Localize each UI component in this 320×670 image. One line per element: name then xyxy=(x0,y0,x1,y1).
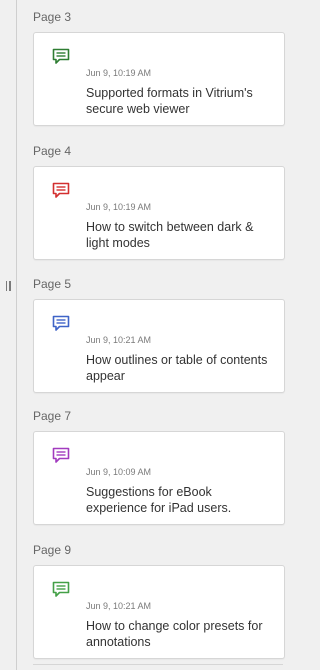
annotation-section: Page 7 Jun 9, 10:09 AM Suggestions for e… xyxy=(33,408,285,528)
annotation-timestamp: Jun 9, 10:09 AM xyxy=(86,467,152,477)
page-label: Page 5 xyxy=(33,277,72,291)
page-label: Page 4 xyxy=(33,144,72,158)
next-card-edge xyxy=(33,664,283,670)
annotation-card[interactable]: Jun 9, 10:09 AM Suggestions for eBook ex… xyxy=(33,431,285,525)
annotation-timestamp: Jun 9, 10:21 AM xyxy=(86,601,152,611)
comment-icon xyxy=(52,581,70,597)
annotation-timestamp: Jun 9, 10:19 AM xyxy=(86,68,152,78)
page-label: Page 3 xyxy=(33,10,72,24)
annotation-text: How to change color presets for annotati… xyxy=(86,619,263,649)
annotation-text: How outlines or table of contents appear xyxy=(86,353,268,383)
annotation-card[interactable]: Jun 9, 10:21 AM How to change color pres… xyxy=(33,565,285,659)
annotation-text: Supported formats in Vitrium's secure we… xyxy=(86,86,253,116)
annotation-card[interactable]: Jun 9, 10:21 AM How outlines or table of… xyxy=(33,299,285,393)
annotation-section: Page 9 Jun 9, 10:21 AM How to change col… xyxy=(33,542,285,662)
panel-divider xyxy=(16,0,17,670)
annotations-panel: Page 3 Jun 9, 10:19 AM Supported formats… xyxy=(0,0,307,670)
annotation-text: Suggestions for eBook experience for iPa… xyxy=(86,485,232,515)
comment-icon xyxy=(52,48,70,64)
annotation-section: Page 5 Jun 9, 10:21 AM How outlines or t… xyxy=(33,276,285,396)
comment-icon xyxy=(52,447,70,463)
comment-icon xyxy=(52,182,70,198)
resize-grip-icon[interactable] xyxy=(4,281,12,291)
comment-icon xyxy=(52,315,70,331)
annotation-section: Page 4 Jun 9, 10:19 AM How to switch bet… xyxy=(33,143,285,263)
page-label: Page 7 xyxy=(33,409,72,423)
annotation-timestamp: Jun 9, 10:21 AM xyxy=(86,335,152,345)
annotation-timestamp: Jun 9, 10:19 AM xyxy=(86,202,152,212)
page-label: Page 9 xyxy=(33,543,72,557)
annotation-section: Page 3 Jun 9, 10:19 AM Supported formats… xyxy=(33,9,285,129)
annotation-text: How to switch between dark & light modes xyxy=(86,220,254,250)
annotation-card[interactable]: Jun 9, 10:19 AM Supported formats in Vit… xyxy=(33,32,285,126)
annotation-card[interactable]: Jun 9, 10:19 AM How to switch between da… xyxy=(33,166,285,260)
